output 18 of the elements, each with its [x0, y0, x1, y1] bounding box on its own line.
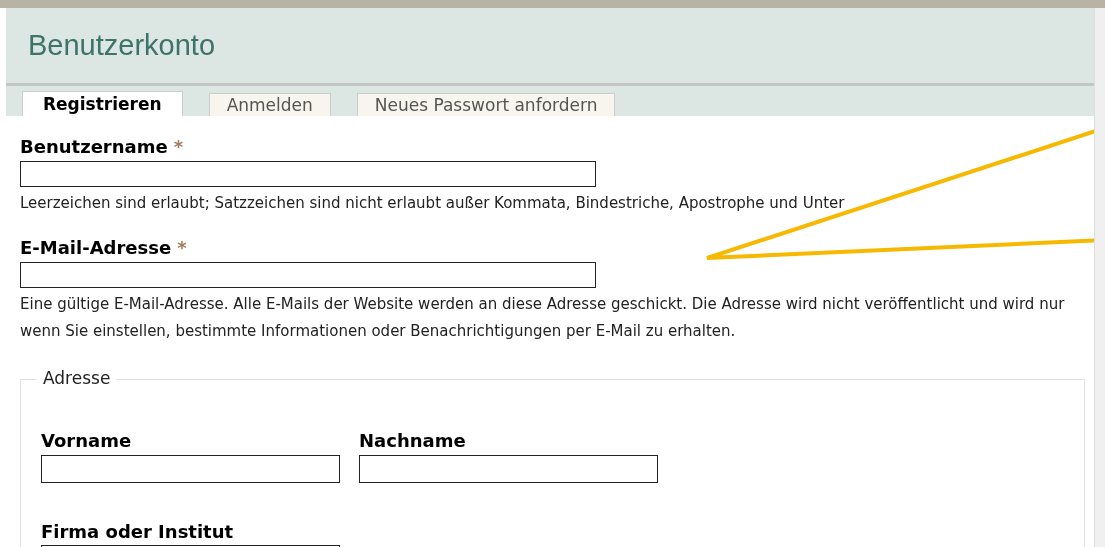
field-label: Firma oder Institut: [41, 521, 235, 543]
scrollbar[interactable]: [1094, 8, 1105, 547]
field-label: Nachname: [359, 430, 467, 452]
tab[interactable]: Neues Passwort anfordern: [356, 93, 616, 116]
required-mark: *: [173, 136, 184, 157]
tab[interactable]: Registrieren: [22, 91, 183, 116]
input-field[interactable]: [20, 161, 596, 187]
input-field[interactable]: [359, 455, 658, 483]
field-hint: Leerzeichen sind erlaubt; Satzzeichen sind nicht erlaubt außer Kommata, Bindestriche, Apostrophe und Unter: [20, 193, 846, 214]
required-mark: *: [177, 237, 187, 258]
field-label: Vorname: [41, 430, 133, 452]
field-label: Benutzername *: [20, 136, 185, 158]
page-title: Benutzerkonto: [28, 29, 215, 62]
tab[interactable]: Anmelden: [208, 93, 331, 116]
field-hint: Eine gültige E-Mail-Adresse. Alle E-Mails der Website werden an diese Adresse geschickt. Die Adresse wird nicht veröffentlicht und wird nur wenn Sie einstellen, bestimmte Informationen oder Benachrichtigungen per E-Mail zu erhalten.: [20, 294, 1066, 342]
input-field[interactable]: [41, 455, 340, 483]
field-label: E-Mail-Adresse *: [20, 237, 188, 259]
input-field[interactable]: [20, 262, 596, 288]
